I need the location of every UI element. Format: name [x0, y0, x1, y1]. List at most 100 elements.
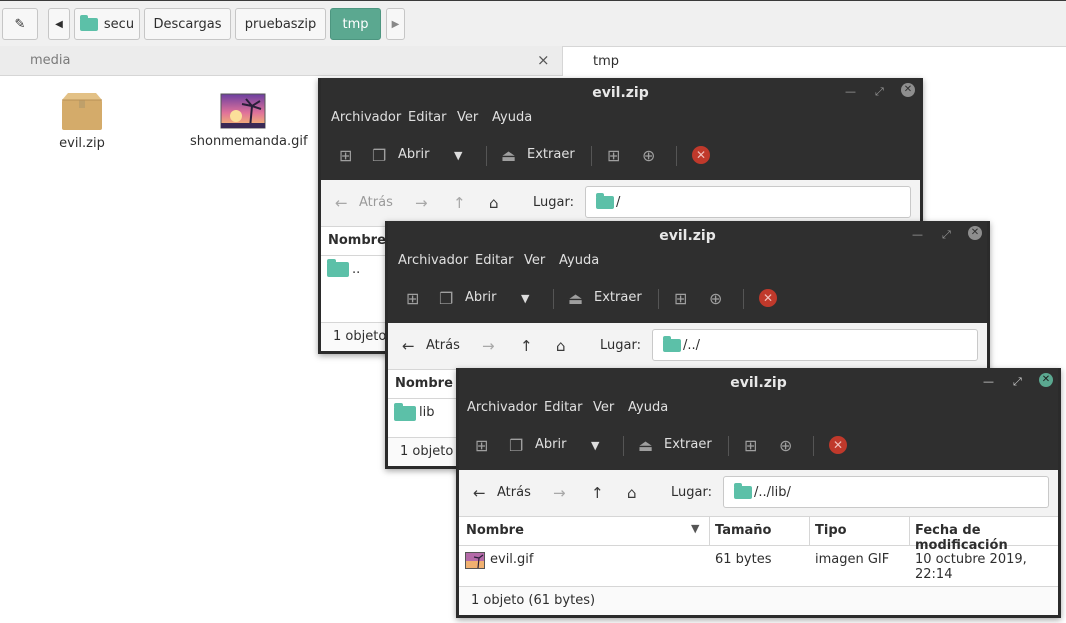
back-arrow-icon[interactable]: ← [335, 194, 348, 212]
minimize-icon[interactable]: — [912, 228, 923, 241]
toolbar-separator [728, 436, 729, 456]
add-folder-icon[interactable]: ⊕ [642, 146, 655, 165]
tab-media[interactable]: media × [0, 46, 562, 76]
path-bar: ✎ ◀ secu Descargas pruebaszip tmp ▶ [0, 0, 1066, 46]
extract-button[interactable]: Extraer [527, 147, 575, 162]
back-arrow-icon[interactable]: ← [473, 484, 486, 502]
close-window-icon[interactable]: ✕ [1039, 373, 1053, 387]
add-files-icon[interactable]: ⊞ [744, 436, 757, 455]
toolbar-separator [591, 146, 592, 166]
back-arrow-icon[interactable]: ← [402, 337, 415, 355]
add-folder-icon[interactable]: ⊕ [709, 289, 722, 308]
forward-arrow-icon[interactable]: → [482, 337, 495, 355]
column-separator[interactable] [709, 517, 710, 545]
menu-ayuda[interactable]: Ayuda [559, 253, 599, 268]
menu-ayuda[interactable]: Ayuda [492, 110, 532, 125]
add-folder-icon[interactable]: ⊕ [779, 436, 792, 455]
stop-icon[interactable]: ✕ [759, 289, 777, 307]
title-bar[interactable]: evil.zip — ⤢ ✕ [459, 368, 1058, 396]
add-files-icon[interactable]: ⊞ [607, 146, 620, 165]
sort-descending-icon[interactable]: ▼ [691, 522, 699, 535]
menu-ver[interactable]: Ver [457, 110, 478, 125]
tab-tmp[interactable]: tmp [562, 46, 1066, 76]
up-arrow-icon[interactable]: ↑ [591, 484, 604, 502]
menu-archivador[interactable]: Archivador [398, 253, 468, 268]
menu-editar[interactable]: Editar [475, 253, 514, 268]
menu-editar[interactable]: Editar [408, 110, 447, 125]
home-icon[interactable]: ⌂ [556, 337, 566, 355]
file-evil-zip[interactable]: evil.zip [52, 92, 112, 151]
open-archive-icon[interactable]: ❐ [509, 436, 523, 455]
back-button[interactable]: Atrás [497, 485, 531, 500]
edit-location-button[interactable]: ✎ [2, 8, 38, 40]
open-button[interactable]: Abrir [465, 290, 496, 305]
chevron-down-icon[interactable]: ▼ [454, 149, 462, 162]
crumb-tmp[interactable]: tmp [330, 8, 381, 40]
table-row[interactable]: evil.gif 61 bytes imagen GIF 10 octubre … [459, 546, 1058, 582]
column-separator[interactable] [909, 517, 910, 545]
column-nombre[interactable]: Nombre [328, 233, 386, 248]
menu-archivador[interactable]: Archivador [467, 400, 537, 415]
up-arrow-icon[interactable]: ↑ [520, 337, 533, 355]
file-shonmemanda-gif[interactable]: shonmemanda.gif [190, 92, 308, 149]
maximize-icon[interactable]: ⤢ [875, 85, 884, 99]
minimize-icon[interactable]: — [845, 85, 856, 98]
up-arrow-icon[interactable]: ↑ [453, 194, 466, 212]
extract-icon[interactable]: ⏏ [568, 289, 583, 308]
path-scroll-right-button[interactable]: ▶ [386, 8, 405, 40]
back-button[interactable]: Atrás [426, 338, 460, 353]
extract-button[interactable]: Extraer [594, 290, 642, 305]
window-title: evil.zip [659, 228, 716, 244]
path-scroll-left-button[interactable]: ◀ [48, 8, 70, 40]
column-nombre[interactable]: Nombre [466, 523, 524, 538]
back-button[interactable]: Atrás [359, 195, 393, 210]
location-field[interactable]: /../lib/ [723, 476, 1049, 508]
stop-icon[interactable]: ✕ [829, 436, 847, 454]
title-bar[interactable]: evil.zip — ⤢ ✕ [388, 221, 987, 249]
open-archive-icon[interactable]: ❐ [439, 289, 453, 308]
menu-ayuda[interactable]: Ayuda [628, 400, 668, 415]
item-type: imagen GIF [815, 552, 890, 567]
menu-archivador[interactable]: Archivador [331, 110, 401, 125]
crumb-pruebaszip[interactable]: pruebaszip [235, 8, 326, 40]
extract-icon[interactable]: ⏏ [501, 146, 516, 165]
close-tab-icon[interactable]: × [537, 51, 550, 69]
minimize-icon[interactable]: — [983, 375, 994, 388]
location-field[interactable]: / [585, 186, 911, 218]
chevron-down-icon[interactable]: ▼ [521, 292, 529, 305]
menu-editar[interactable]: Editar [544, 400, 583, 415]
forward-arrow-icon[interactable]: → [553, 484, 566, 502]
open-archive-icon[interactable]: ❐ [372, 146, 386, 165]
add-files-icon[interactable]: ⊞ [674, 289, 687, 308]
new-archive-icon[interactable]: ⊞ [475, 436, 488, 455]
maximize-icon[interactable]: ⤢ [1013, 375, 1022, 389]
new-archive-icon[interactable]: ⊞ [406, 289, 419, 308]
extract-icon[interactable]: ⏏ [638, 436, 653, 455]
chevron-down-icon[interactable]: ▼ [591, 439, 599, 452]
toolbar-separator [623, 436, 624, 456]
window-header: evil.zip — ⤢ ✕ Archivador Editar Ver Ayu… [321, 78, 920, 180]
location-label: Lugar: [671, 485, 712, 500]
column-nombre[interactable]: Nombre [395, 376, 453, 391]
menu-ver[interactable]: Ver [593, 400, 614, 415]
menu-ver[interactable]: Ver [524, 253, 545, 268]
toolbar: ⊞ ❐ Abrir ▼ ⏏ Extraer ⊞ ⊕ ✕ [388, 275, 987, 323]
column-tipo[interactable]: Tipo [815, 523, 847, 538]
column-separator[interactable] [809, 517, 810, 545]
close-window-icon[interactable]: ✕ [901, 83, 915, 97]
forward-arrow-icon[interactable]: → [415, 194, 428, 212]
column-tamano[interactable]: Tamaño [715, 523, 771, 538]
crumb-descargas[interactable]: Descargas [144, 8, 231, 40]
crumb-secu[interactable]: secu [74, 8, 140, 40]
location-field[interactable]: /../ [652, 329, 978, 361]
stop-icon[interactable]: ✕ [692, 146, 710, 164]
title-bar[interactable]: evil.zip — ⤢ ✕ [321, 78, 920, 106]
close-window-icon[interactable]: ✕ [968, 226, 982, 240]
home-icon[interactable]: ⌂ [489, 194, 499, 212]
open-button[interactable]: Abrir [535, 437, 566, 452]
open-button[interactable]: Abrir [398, 147, 429, 162]
extract-button[interactable]: Extraer [664, 437, 712, 452]
maximize-icon[interactable]: ⤢ [942, 228, 951, 242]
new-archive-icon[interactable]: ⊞ [339, 146, 352, 165]
home-icon[interactable]: ⌂ [627, 484, 637, 502]
